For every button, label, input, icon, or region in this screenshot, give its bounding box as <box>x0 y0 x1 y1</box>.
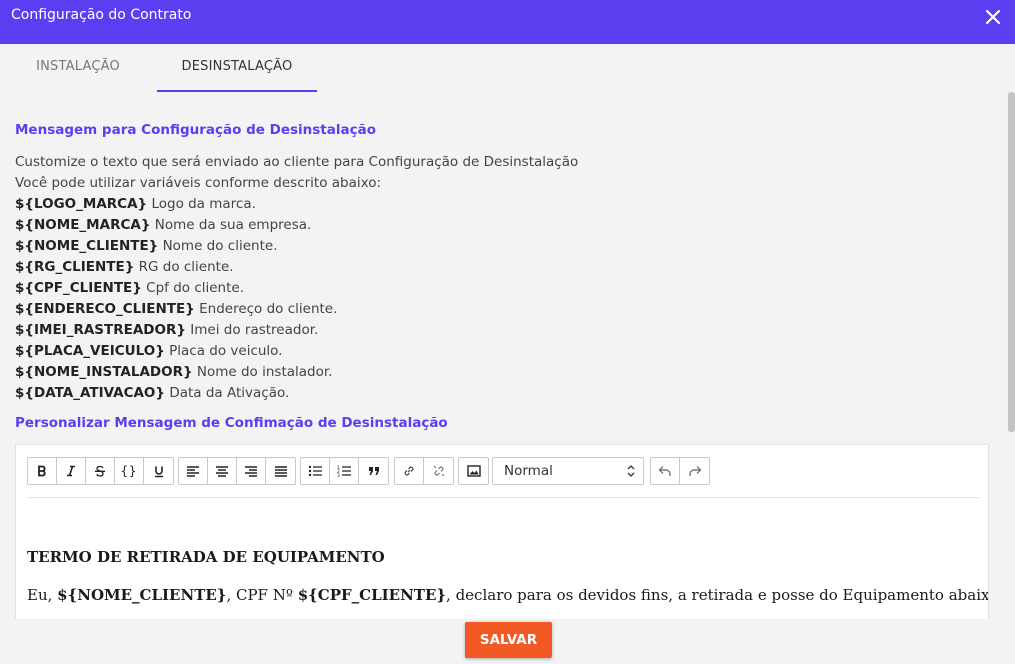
document-title[interactable]: TERMO DE RETIRADA DE EQUIPAMENTO <box>27 548 385 566</box>
save-button[interactable]: SALVAR <box>465 622 552 658</box>
bold-icon[interactable] <box>28 458 57 484</box>
toolbar-group-text: {} <box>27 457 174 485</box>
blockquote-icon[interactable] <box>359 458 388 484</box>
doc-variable: ${NOME_CLIENTE} <box>57 586 227 604</box>
doc-text: Eu, <box>27 586 58 604</box>
variable-desc: RG do cliente. <box>138 259 234 275</box>
redo-icon[interactable] <box>680 458 709 484</box>
toolbar-group-align <box>178 457 296 485</box>
variable-desc: Nome do cliente. <box>162 238 278 254</box>
toolbar-group-lists: 123 <box>300 457 389 485</box>
variable-row: ${ENDERECO_CLIENTE} Endereço do cliente. <box>15 299 578 320</box>
variable-desc: Imei do rastreador. <box>190 322 319 338</box>
underline-icon[interactable] <box>144 458 173 484</box>
variable-name: ${CPF_CLIENTE} <box>15 280 142 296</box>
code-icon[interactable]: {} <box>115 458 144 484</box>
variable-name: ${IMEI_RASTREADOR} <box>15 322 186 338</box>
tab-instalacao[interactable]: INSTALAÇÃO <box>0 44 156 92</box>
format-select-value: Normal <box>504 463 553 479</box>
undo-icon[interactable] <box>651 458 680 484</box>
variable-desc: Cpf do cliente. <box>146 280 245 296</box>
doc-variable: ${CPF_CLIENTE} <box>297 586 447 604</box>
toolbar-group-history <box>650 457 710 485</box>
document-paragraph[interactable]: Eu, ${NOME_CLIENTE}, CPF Nº ${CPF_CLIENT… <box>27 586 989 604</box>
variable-row: ${RG_CLIENTE} RG do cliente. <box>15 257 578 278</box>
variable-row: ${PLACA_VEICULO} Placa do veiculo. <box>15 341 578 362</box>
tab-desinstalacao[interactable]: DESINSTALAÇÃO <box>157 44 317 92</box>
variable-row: ${IMEI_RASTREADOR} Imei do rastreador. <box>15 320 578 341</box>
tab-bar: INSTALAÇÃO DESINSTALAÇÃO <box>0 44 1015 92</box>
variable-name: ${PLACA_VEICULO} <box>15 343 165 359</box>
variable-name: ${DATA_ATIVACAO} <box>15 385 166 401</box>
variable-desc: Nome da sua empresa. <box>154 217 312 233</box>
unlink-icon[interactable] <box>424 458 453 484</box>
variable-name: ${NOME_MARCA} <box>15 217 151 233</box>
variable-name: ${RG_CLIENTE} <box>15 259 135 275</box>
doc-text: , declaro para os devidos fins, a retira… <box>446 586 989 604</box>
variable-row: ${NOME_INSTALADOR} Nome do instalador. <box>15 362 578 383</box>
variable-row: ${LOGO_MARCA} Logo da marca. <box>15 194 578 215</box>
intro-line-2: Você pode utilizar variáveis conforme de… <box>15 175 382 191</box>
close-icon[interactable] <box>985 9 1001 25</box>
bullet-list-icon[interactable] <box>301 458 330 484</box>
variable-desc: Endereço do cliente. <box>199 301 338 317</box>
rich-text-editor[interactable]: {} 123 Normal TERMO DE RETIRADA DE EQUIP… <box>15 444 989 619</box>
numbered-list-icon[interactable]: 123 <box>330 458 359 484</box>
svg-text:3: 3 <box>337 473 340 477</box>
toolbar-group-media <box>458 457 489 485</box>
toolbar-divider <box>27 497 979 498</box>
toolbar-group-links <box>394 457 454 485</box>
select-arrows-icon <box>627 465 635 477</box>
variable-name: ${NOME_INSTALADOR} <box>15 364 193 380</box>
variables-description: Customize o texto que será enviado ao cl… <box>15 152 578 404</box>
image-icon[interactable] <box>459 458 488 484</box>
align-left-icon[interactable] <box>179 458 208 484</box>
format-select[interactable]: Normal <box>492 457 644 485</box>
variable-row: ${NOME_MARCA} Nome da sua empresa. <box>15 215 578 236</box>
variable-desc: Placa do veiculo. <box>169 343 283 359</box>
variable-row: ${CPF_CLIENTE} Cpf do cliente. <box>15 278 578 299</box>
variable-name: ${NOME_CLIENTE} <box>15 238 159 254</box>
variable-row: ${NOME_CLIENTE} Nome do cliente. <box>15 236 578 257</box>
align-right-icon[interactable] <box>237 458 266 484</box>
variable-desc: Logo da marca. <box>151 196 256 212</box>
doc-text: , CPF Nº <box>226 586 298 604</box>
dialog-title: Configuração do Contrato <box>11 7 192 23</box>
variable-row: ${DATA_ATIVACAO} Data da Ativação. <box>15 383 578 404</box>
variable-name: ${ENDERECO_CLIENTE} <box>15 301 195 317</box>
align-center-icon[interactable] <box>208 458 237 484</box>
link-icon[interactable] <box>395 458 424 484</box>
variable-desc: Nome do instalador. <box>196 364 333 380</box>
align-justify-icon[interactable] <box>266 458 295 484</box>
section-heading-personalizar: Personalizar Mensagem de Confimação de D… <box>15 415 448 431</box>
variable-desc: Data da Ativação. <box>169 385 290 401</box>
italic-icon[interactable] <box>57 458 86 484</box>
strikethrough-icon[interactable] <box>86 458 115 484</box>
section-heading-mensagem: Mensagem para Configuração de Desinstala… <box>15 122 376 138</box>
variable-name: ${LOGO_MARCA} <box>15 196 148 212</box>
dialog-header: Configuração do Contrato <box>0 0 1015 44</box>
scrollbar[interactable] <box>1008 92 1015 432</box>
intro-line-1: Customize o texto que será enviado ao cl… <box>15 154 579 170</box>
